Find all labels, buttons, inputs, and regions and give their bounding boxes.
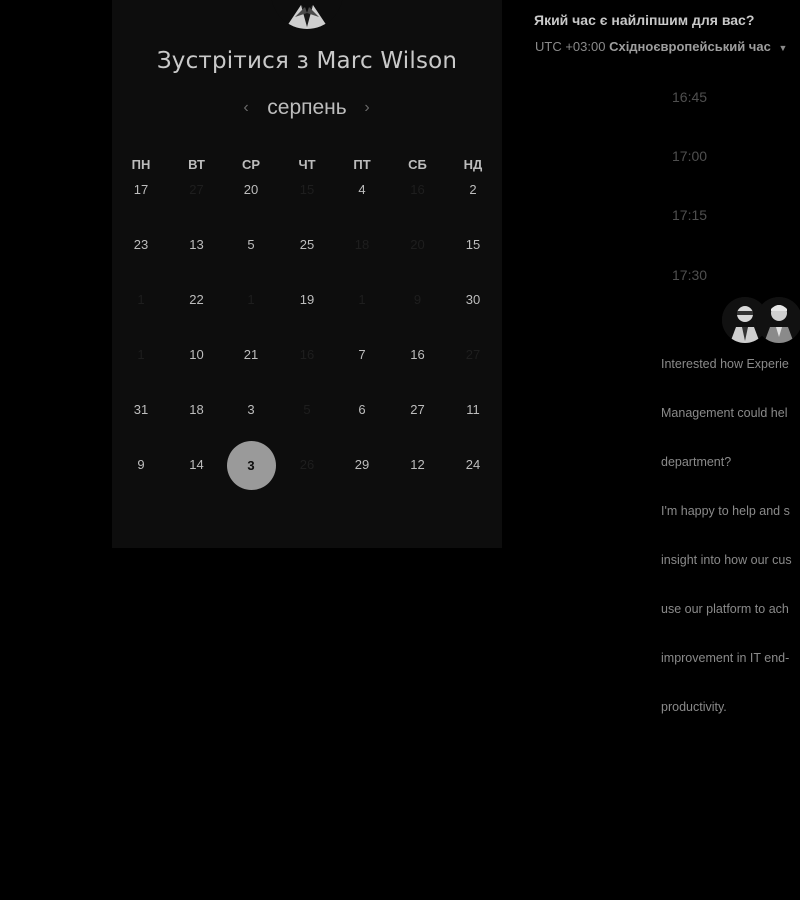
calendar-day[interactable]: 4 [337, 180, 387, 200]
time-slot[interactable]: 17:15 [672, 207, 707, 223]
calendar-day[interactable]: 21 [226, 345, 276, 365]
caret-down-icon: ▼ [778, 43, 788, 53]
selected-day[interactable]: 3 [226, 441, 276, 490]
description-line: department? [661, 455, 732, 469]
month-label: серпень [267, 96, 347, 119]
time-slot[interactable]: 17:00 [672, 148, 707, 164]
calendar-day[interactable]: 10 [172, 345, 222, 365]
calendar-day[interactable]: 16 [393, 345, 443, 365]
calendar-day[interactable]: 7 [337, 345, 387, 365]
calendar-day[interactable]: 29 [337, 455, 387, 475]
month-navigation: ‹ серпень › [112, 96, 502, 124]
weekday-label: ПН [131, 157, 151, 172]
calendar-day: 27 [465, 347, 481, 362]
calendar-day[interactable]: 6 [337, 400, 387, 420]
description-line: Interested how Experie [661, 357, 789, 371]
description-line: I'm happy to help and s [661, 504, 790, 518]
weekday-header: ПН ВТ СР ЧТ ПТ СБ НД [112, 157, 502, 175]
weekday-label: ПТ [353, 157, 371, 172]
calendar-day: 1 [137, 347, 145, 362]
calendar-day[interactable]: 22 [172, 290, 222, 310]
time-question: Який час є найліпшим для вас? [534, 12, 755, 28]
calendar-day: 16 [299, 347, 315, 362]
weekday-label: НД [463, 157, 483, 172]
calendar-day[interactable]: 19 [282, 290, 332, 310]
calendar-day[interactable]: 12 [393, 455, 443, 475]
calendar-day[interactable]: 13 [172, 235, 222, 255]
timezone-offset: UTC +03:00 [535, 39, 606, 54]
calendar-day: 18 [354, 237, 370, 252]
chevron-right-icon[interactable]: › [357, 98, 377, 118]
calendar-day: 27 [189, 182, 204, 197]
calendar-day[interactable]: 3 [226, 400, 276, 420]
description-line: improvement in IT end- [661, 651, 790, 665]
calendar-day[interactable]: 17 [116, 180, 166, 200]
weekday-label: СБ [408, 157, 427, 172]
calendar-day: 1 [137, 292, 145, 307]
time-slot[interactable]: 16:45 [672, 89, 707, 105]
timezone-selector[interactable]: UTC +03:00 Східноєвропейський час ▼ [535, 39, 787, 54]
calendar-day[interactable]: 27 [393, 400, 443, 420]
calendar-day: 9 [413, 292, 422, 307]
calendar-day[interactable]: 5 [226, 235, 276, 255]
calendar-day[interactable]: 23 [116, 235, 166, 255]
calendar-day[interactable]: 24 [448, 455, 498, 475]
calendar-day[interactable]: 15 [448, 235, 498, 255]
calendar-day[interactable]: 2 [448, 180, 498, 200]
description-paragraph: Interested how Experie Management could h… [661, 352, 800, 475]
calendar-day: 1 [247, 292, 255, 307]
meeting-title: Зустрітися з Marc Wilson [156, 48, 458, 74]
description-line: productivity. [661, 700, 727, 714]
time-slot[interactable]: 17:30 [672, 267, 707, 283]
description-line: use our platform to ach [661, 602, 789, 616]
timezone-name: Східноєвропейський час [609, 39, 771, 54]
description-line: Management could hel [661, 406, 788, 420]
calendar-day[interactable]: 18 [172, 400, 222, 420]
description-line: insight into how our cus [661, 553, 792, 567]
weekday-label: ВТ [188, 157, 205, 172]
calendar-day[interactable]: 14 [172, 455, 222, 475]
calendar-day[interactable]: 20 [226, 180, 276, 200]
calendar-day[interactable]: 11 [448, 400, 498, 420]
calendar-day: 20 [410, 237, 425, 252]
calendar-day: 5 [303, 402, 311, 417]
calendar-day[interactable]: 25 [282, 235, 332, 255]
calendar-day: 1 [358, 292, 366, 307]
calendar-day[interactable]: 9 [116, 455, 166, 475]
calendar-day: 16 [410, 182, 425, 197]
host-description: Interested how Experie Management could h… [661, 352, 800, 720]
team-member-avatar [756, 297, 800, 343]
calendar-day: 26 [299, 457, 315, 472]
calendar-day[interactable]: 30 [448, 290, 498, 310]
weekday-label: СР [241, 157, 261, 172]
description-paragraph: I'm happy to help and s insight into how … [661, 499, 800, 720]
weekday-label: ЧТ [298, 157, 316, 172]
calendar-day: 15 [299, 182, 315, 197]
calendar-day[interactable]: 31 [116, 400, 166, 420]
